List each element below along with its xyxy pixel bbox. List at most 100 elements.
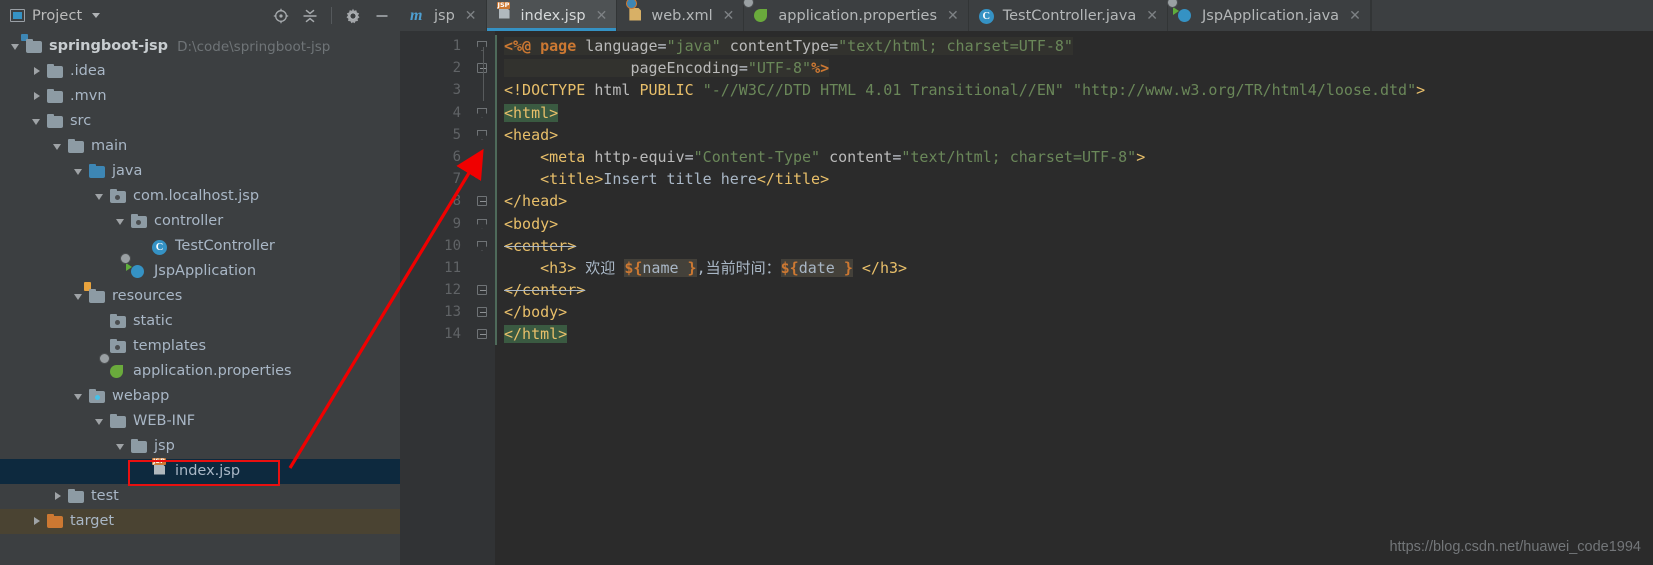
code-folding-strip[interactable] xyxy=(472,31,495,565)
editor-tab-bar[interactable]: m jsp ✕ JSP index.jsp ✕ web.xml ✕ application.pr… xyxy=(400,0,1653,31)
tree-twisty-closed[interactable] xyxy=(31,90,44,103)
java-class-glyph: C xyxy=(978,8,994,24)
tree-twisty-open[interactable] xyxy=(73,290,86,303)
fold-row xyxy=(472,301,495,323)
tree-row-test[interactable]: test xyxy=(0,484,400,509)
tree-row-label: src xyxy=(70,113,92,130)
tree-row-springboot-jsp[interactable]: springboot-jsp D:\code\springboot-jsp xyxy=(0,33,400,59)
close-tab-icon[interactable]: ✕ xyxy=(1146,9,1158,23)
spring-properties-icon xyxy=(110,364,127,380)
collapse-all-icon[interactable] xyxy=(302,8,318,24)
line-number: 12 xyxy=(444,282,461,299)
resources-badge xyxy=(84,281,91,291)
tree-twisty-open[interactable] xyxy=(73,165,86,178)
tree-twisty-open[interactable] xyxy=(94,190,107,203)
chevron-down-icon[interactable] xyxy=(92,13,101,18)
code-content[interactable]: <%@ page language="java" contentType="te… xyxy=(495,31,1653,565)
tree-row-testcontroller[interactable]: C TestController xyxy=(0,234,400,259)
tree-twisty-open[interactable] xyxy=(94,415,107,428)
tree-row-target[interactable]: target xyxy=(0,509,400,534)
tree-row-jsp[interactable]: jsp xyxy=(0,434,400,459)
tree-twisty-open[interactable] xyxy=(10,40,23,53)
tree-row-application-properties[interactable]: application.properties xyxy=(0,359,400,384)
fold-marker[interactable] xyxy=(477,218,487,229)
close-tab-icon[interactable]: ✕ xyxy=(723,9,735,23)
tree-twisty-open[interactable] xyxy=(115,440,128,453)
idea-window: Project springboot-jsp D:\code\springboo… xyxy=(0,0,1653,565)
editor-tab-label: JspApplication.java xyxy=(1202,7,1340,24)
tree-row-resources[interactable]: resources xyxy=(0,281,400,309)
tree-row-index-jsp[interactable]: JSP index.jsp xyxy=(0,457,400,484)
settings-gear-icon[interactable] xyxy=(345,8,361,24)
tree-row-label: .mvn xyxy=(70,88,107,105)
tree-row-static[interactable]: static xyxy=(0,309,400,334)
close-tab-icon[interactable]: ✕ xyxy=(596,9,608,23)
line-number: 5 xyxy=(452,126,461,143)
tree-row-label: .idea xyxy=(70,63,106,80)
fold-marker[interactable] xyxy=(477,63,487,74)
line-number: 1 xyxy=(452,38,461,54)
project-panel-toolbar xyxy=(273,7,394,24)
fold-marker[interactable] xyxy=(477,41,487,51)
tree-row--idea[interactable]: .idea xyxy=(0,59,400,84)
tree-row-label: templates xyxy=(133,338,207,355)
tree-row-com-localhost-jsp[interactable]: com.localhost.jsp xyxy=(0,184,400,209)
maven-glyph: m xyxy=(410,6,423,24)
editor-tab-application-properties[interactable]: application.properties ✕ xyxy=(744,0,969,31)
tree-row-label: webapp xyxy=(112,388,170,405)
tree-row-webapp[interactable]: webapp xyxy=(0,384,400,409)
tree-twisty-closed[interactable] xyxy=(31,65,44,78)
folder-icon xyxy=(47,89,64,105)
spring-properties-icon xyxy=(754,8,771,24)
project-panel-title[interactable]: Project xyxy=(10,8,101,24)
tree-row-jspapplication[interactable]: JspApplication xyxy=(0,259,400,284)
editor-tab-web-xml[interactable]: web.xml ✕ xyxy=(617,0,745,31)
fold-marker[interactable] xyxy=(477,107,487,118)
tree-row-web-inf[interactable]: WEB-INF xyxy=(0,409,400,434)
fold-marker[interactable] xyxy=(477,240,487,251)
tree-row-label: static xyxy=(133,313,173,330)
tree-row-controller[interactable]: controller xyxy=(0,209,400,234)
line-number: 10 xyxy=(444,237,461,254)
tree-row-templates[interactable]: templates xyxy=(0,334,400,359)
tree-twisty-open[interactable] xyxy=(52,140,65,153)
tree-row--mvn[interactable]: .mvn xyxy=(0,84,400,109)
close-tab-icon[interactable]: ✕ xyxy=(465,9,477,23)
code-line: <body> xyxy=(504,214,559,233)
line-number: 8 xyxy=(452,193,461,210)
fold-marker[interactable] xyxy=(477,307,487,318)
project-tree[interactable]: springboot-jsp D:\code\springboot-jsp .ide… xyxy=(0,31,400,565)
line-number: 6 xyxy=(452,148,461,165)
tree-twisty-open[interactable] xyxy=(73,390,86,403)
spring-boot-class-icon xyxy=(1173,6,1195,24)
code-editor[interactable]: 1 2 3 4 5 6 7 8 9 10 11 12 13 14 <%@ page language="j… xyxy=(400,31,1653,565)
line-number: 13 xyxy=(444,304,461,321)
fold-marker[interactable] xyxy=(477,329,487,340)
fold-marker[interactable] xyxy=(477,196,487,207)
line-number: 11 xyxy=(444,259,461,276)
editor-tab-testcontroller-java[interactable]: C TestController.java ✕ xyxy=(969,0,1169,31)
fold-marker[interactable] xyxy=(477,129,487,140)
tree-row-src[interactable]: src xyxy=(0,109,400,134)
module-badge xyxy=(21,33,28,41)
tree-twisty-open[interactable] xyxy=(115,215,128,228)
close-tab-icon[interactable]: ✕ xyxy=(947,9,959,23)
tree-row-java[interactable]: java xyxy=(0,159,400,184)
tree-twisty-closed[interactable] xyxy=(52,490,65,503)
resources-folder-icon xyxy=(84,281,106,305)
editor-tab-jspapplication-java[interactable]: JspApplication.java ✕ xyxy=(1168,0,1371,31)
tree-row-main[interactable]: main xyxy=(0,134,400,159)
editor-tab-index-jsp[interactable]: JSP index.jsp ✕ xyxy=(486,0,618,31)
editor-tab-jsp[interactable]: m jsp ✕ xyxy=(400,0,487,31)
fold-marker[interactable] xyxy=(477,285,487,296)
spring-boot-class-icon xyxy=(126,262,148,280)
hide-panel-icon[interactable] xyxy=(374,8,390,24)
editor-tab-label: TestController.java xyxy=(1002,7,1137,24)
tree-row-label: TestController xyxy=(175,238,275,255)
tree-twisty-open[interactable] xyxy=(31,115,44,128)
close-tab-icon[interactable]: ✕ xyxy=(1349,9,1361,23)
tree-twisty-closed[interactable] xyxy=(31,515,44,528)
locate-icon[interactable] xyxy=(273,8,289,24)
